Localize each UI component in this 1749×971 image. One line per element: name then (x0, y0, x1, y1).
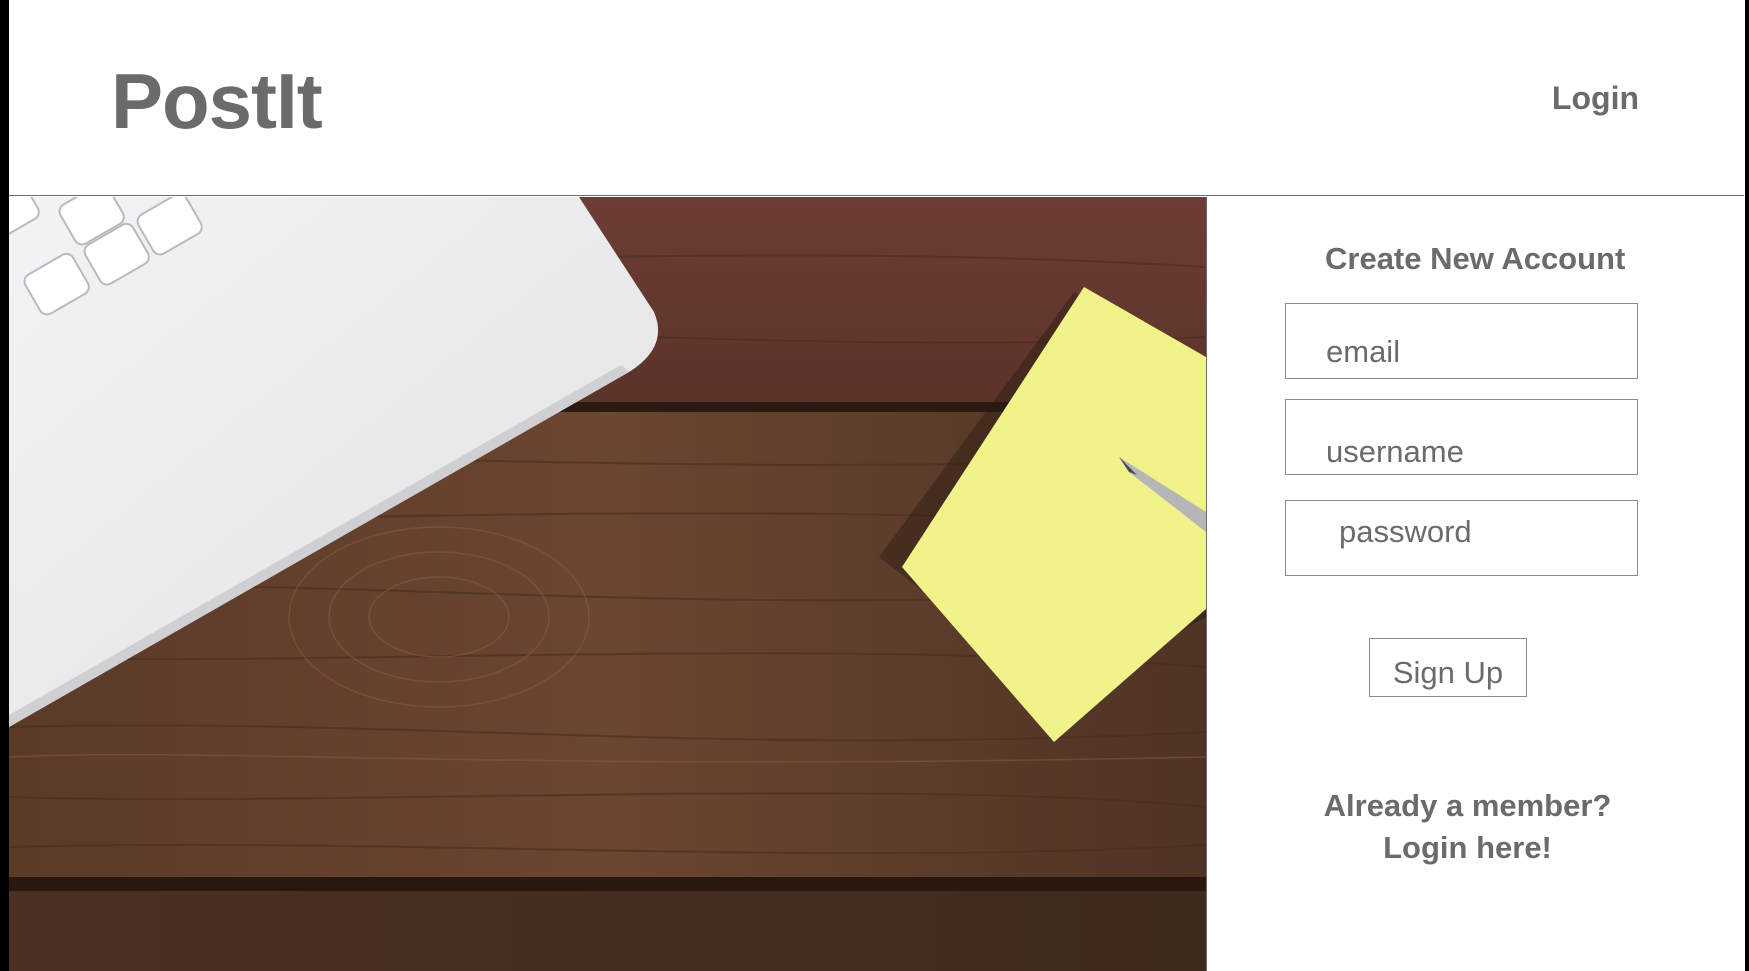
login-here-link[interactable]: Already a member? Login here! (1265, 785, 1670, 869)
password-field[interactable] (1286, 501, 1637, 575)
login-prompt-line2: Login here! (1383, 830, 1552, 865)
username-field-box (1285, 399, 1638, 475)
sign-up-button[interactable]: Sign Up (1369, 638, 1527, 697)
email-field-box (1285, 303, 1638, 379)
password-field-box (1285, 500, 1638, 576)
page: PostIt Login Create New Account email us… (0, 0, 1749, 971)
login-prompt-line1: Already a member? (1323, 788, 1612, 823)
login-nav-link[interactable]: Login (1552, 78, 1639, 118)
brand-logo[interactable]: PostIt (111, 56, 323, 146)
left-border (0, 0, 9, 971)
right-border (1745, 0, 1749, 971)
signup-panel: Create New Account Sign Up Already a mem… (1206, 197, 1745, 971)
username-field[interactable] (1286, 400, 1637, 474)
form-title: Create New Account (1325, 241, 1626, 276)
hero-image (9, 197, 1206, 971)
email-field[interactable] (1286, 304, 1637, 378)
top-header: PostIt Login (9, 0, 1744, 196)
